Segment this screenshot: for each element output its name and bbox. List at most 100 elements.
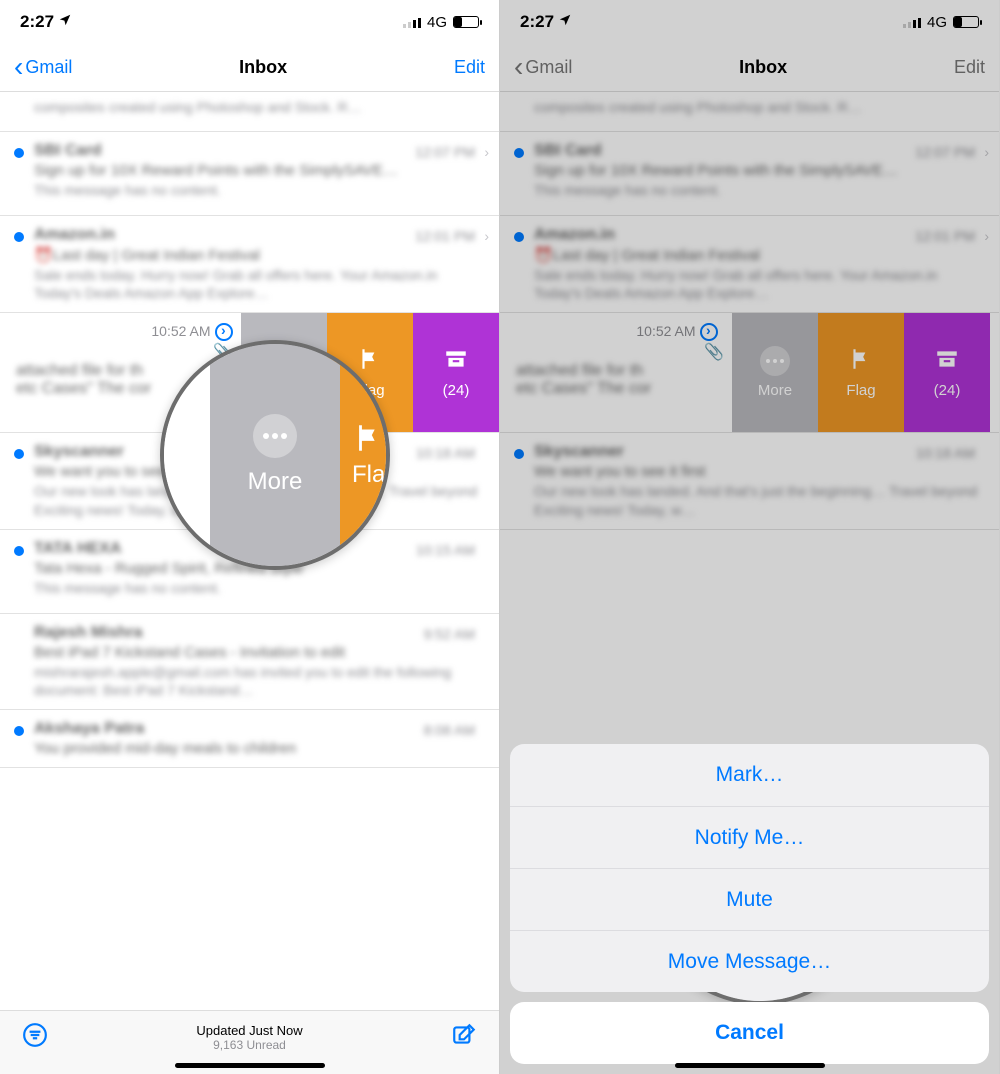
mail-preview: attached file for th	[16, 362, 233, 380]
unread-dot-icon	[14, 148, 24, 158]
chevron-right-icon: ›	[984, 144, 989, 160]
mail-sender: Akshaya Patra	[34, 720, 483, 738]
mail-preview: This message has no content.	[34, 181, 483, 199]
mail-row[interactable]: Skyscanner 10:18 AM We want you to see i…	[0, 433, 499, 529]
mail-row[interactable]: Rajesh Mishra 9:52 AM Best iPad 7 Kickst…	[0, 614, 499, 710]
unread-dot-icon	[14, 232, 24, 242]
mail-row-swiped[interactable]: 10:52 AM 📎 attached file for th etc Case…	[0, 313, 499, 433]
phone-left: 2:27 4G ‹ Gmail Inbox Edit composites cr…	[0, 0, 500, 1074]
network-label: 4G	[927, 14, 947, 31]
mail-row[interactable]: Skyscanner 10:18 AM We want you to see i…	[500, 433, 999, 529]
mail-preview: composites created using Photoshop and S…	[34, 98, 483, 116]
home-indicator[interactable]	[675, 1063, 825, 1068]
swipe-actions: More Flag (24)	[241, 313, 499, 432]
mail-row-swiped[interactable]: 10:52 AM 📎 attached file for th etc Case…	[500, 313, 999, 433]
mail-time: 12:01 PM	[915, 228, 975, 244]
mail-time: 10:52 AM	[636, 324, 695, 340]
swipe-remaining: 10:52 AM 📎 attached file for th etc Case…	[500, 313, 732, 432]
sheet-notify[interactable]: Notify Me…	[510, 806, 989, 868]
mail-preview: mishrarajesh.apple@gmail.com has invited…	[34, 663, 483, 699]
swipe-label: More	[758, 382, 792, 399]
status-bar: 2:27 4G	[500, 0, 999, 44]
unread-dot-icon	[14, 546, 24, 556]
mail-row[interactable]: TATA HEXA 10:15 AM Tata Hexa - Rugged Sp…	[0, 530, 499, 614]
unread-count: 9,163 Unread	[196, 1038, 302, 1052]
mail-time: 12:01 PM	[415, 228, 475, 244]
status-time: 2:27	[520, 12, 554, 32]
edit-button[interactable]: Edit	[954, 57, 985, 78]
mail-preview: Sale ends today. Hurry now! Grab all off…	[34, 266, 483, 302]
mail-row-partial[interactable]: composites created using Photoshop and S…	[500, 92, 999, 132]
sheet-cancel[interactable]: Cancel	[510, 1002, 989, 1064]
mail-subject: We want you to see it first	[34, 463, 483, 480]
unread-dot-icon	[514, 449, 524, 459]
sheet-mute[interactable]: Mute	[510, 868, 989, 930]
mail-time: 10:18 AM	[916, 445, 975, 461]
nav-bar: ‹ Gmail Inbox Edit	[500, 44, 999, 92]
mail-subject: ⏰Last day | Great Indian Festival	[534, 246, 983, 264]
mail-time: 8:08 AM	[424, 722, 475, 738]
mail-list: composites created using Photoshop and S…	[500, 92, 999, 530]
mail-row[interactable]: Amazon.in 12:01 PM › ⏰Last day | Great I…	[500, 216, 999, 313]
edit-button[interactable]: Edit	[454, 57, 485, 78]
phone-right: 2:27 4G ‹ Gmail Inbox Edit composites cr…	[500, 0, 1000, 1074]
filter-icon[interactable]	[22, 1022, 48, 1053]
page-title: Inbox	[739, 57, 787, 78]
swipe-remaining: 10:52 AM 📎 attached file for th etc Case…	[0, 313, 241, 432]
back-button[interactable]: ‹ Gmail	[514, 57, 572, 78]
mail-row-partial[interactable]: composites created using Photoshop and S…	[0, 92, 499, 132]
nav-bar: ‹ Gmail Inbox Edit	[0, 44, 499, 92]
mail-preview: Sale ends today. Hurry now! Grab all off…	[534, 266, 983, 302]
status-bar: 2:27 4G	[0, 0, 499, 44]
unread-dot-icon	[14, 449, 24, 459]
swipe-label: (24)	[443, 382, 470, 399]
network-label: 4G	[427, 14, 447, 31]
mail-subject: We want you to see it first	[534, 463, 983, 480]
sheet-move[interactable]: Move Message…	[510, 930, 989, 992]
swipe-label: Flag	[846, 382, 875, 399]
back-button[interactable]: ‹ Gmail	[14, 57, 72, 78]
mail-preview: This message has no content.	[34, 579, 483, 597]
swipe-label: More	[267, 382, 301, 399]
swipe-more-button[interactable]: More	[241, 313, 327, 432]
attachment-icon: 📎	[516, 342, 724, 362]
swipe-label: Flag	[355, 382, 384, 399]
compose-button[interactable]	[451, 1022, 477, 1053]
chevron-right-icon: ›	[484, 228, 489, 244]
home-indicator[interactable]	[175, 1063, 325, 1068]
mail-time: 9:52 AM	[424, 626, 475, 642]
chevron-right-icon: ›	[484, 144, 489, 160]
mail-subject: Best iPad 7 Kickstand Cases - Invitation…	[34, 644, 483, 661]
swipe-flag-button[interactable]: Flag	[327, 313, 413, 432]
mail-time: 10:18 AM	[416, 445, 475, 461]
mail-row[interactable]: Akshaya Patra 8:08 AM You provided mid-d…	[0, 710, 499, 768]
battery-icon	[953, 16, 979, 28]
signal-icon	[903, 16, 921, 28]
mail-row[interactable]: SBI Card 12:07 PM › Sign up for 10X Rewa…	[0, 132, 499, 216]
flag-icon	[357, 346, 383, 376]
mail-list: composites created using Photoshop and S…	[0, 92, 499, 768]
chevron-right-icon: ›	[984, 228, 989, 244]
action-sheet-group: Mark… Notify Me… Mute Move Message…	[510, 744, 989, 992]
swipe-flag-button[interactable]: Flag	[818, 313, 904, 432]
mail-sender: Rajesh Mishra	[34, 624, 483, 642]
sheet-mark[interactable]: Mark…	[510, 744, 989, 806]
mail-time: 12:07 PM	[915, 144, 975, 160]
mail-row[interactable]: Amazon.in 12:01 PM › ⏰Last day | Great I…	[0, 216, 499, 313]
mail-row[interactable]: SBI Card 12:07 PM › Sign up for 10X Rewa…	[500, 132, 999, 216]
more-icon	[760, 346, 790, 376]
unread-dot-icon	[14, 726, 24, 736]
flag-icon	[848, 346, 874, 376]
swipe-label: (24)	[934, 382, 961, 399]
swipe-archive-button[interactable]: (24)	[904, 313, 990, 432]
swipe-archive-button[interactable]: (24)	[413, 313, 499, 432]
battery-icon	[453, 16, 479, 28]
mail-preview: This message has no content.	[534, 181, 983, 199]
back-label: Gmail	[25, 57, 72, 78]
location-icon	[558, 12, 572, 32]
mail-preview: attached file for th	[516, 362, 724, 380]
location-icon	[58, 12, 72, 32]
swipe-more-button[interactable]: More	[732, 313, 818, 432]
mail-preview: etc Cases" The cor	[16, 380, 233, 398]
swipe-actions: More Flag (24)	[732, 313, 990, 432]
